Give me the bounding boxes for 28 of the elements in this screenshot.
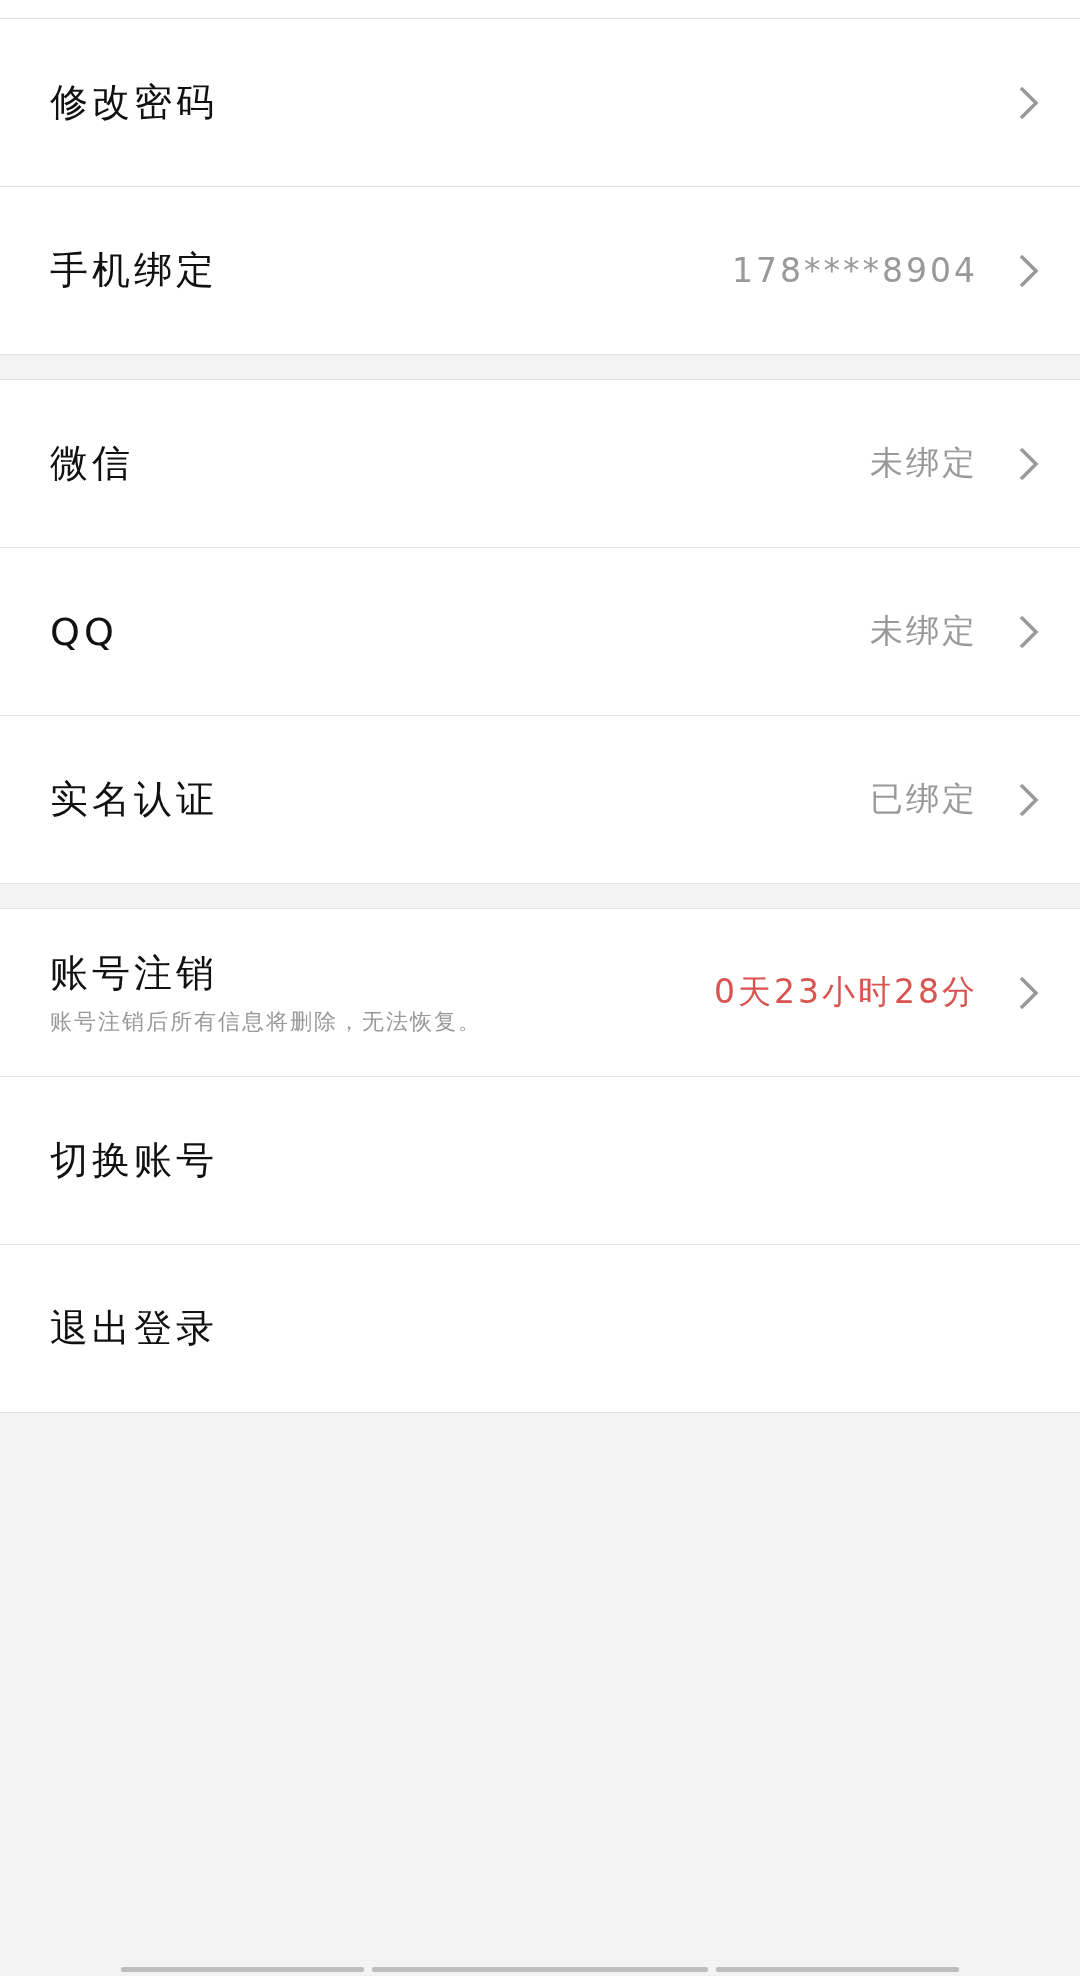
row-value: 已绑定 xyxy=(870,778,978,820)
row-value: 未绑定 xyxy=(870,610,978,652)
settings-row[interactable]: 退出登录 xyxy=(0,1245,1080,1413)
row-label: 退出登录 xyxy=(50,1305,219,1352)
chevron-right-icon xyxy=(1018,84,1040,121)
chevron-right-icon xyxy=(1018,781,1040,818)
row-value: 0天23小时28分 xyxy=(714,971,978,1013)
row-label: 手机绑定 xyxy=(50,247,219,294)
chevron-right-icon xyxy=(1018,613,1040,650)
row-label: 修改密码 xyxy=(50,79,219,126)
chevron-right-icon xyxy=(1018,445,1040,482)
chevron-right-icon xyxy=(1018,252,1040,289)
settings-row[interactable]: 切换账号 xyxy=(0,1077,1080,1245)
settings-row[interactable]: 实名认证 已绑定 xyxy=(0,716,1080,884)
row-value: 178****8904 xyxy=(732,251,978,290)
row-label: 实名认证 xyxy=(50,776,219,823)
settings-row[interactable]: 账号注销 账号注销后所有信息将删除，无法恢复。 0天23小时28分 xyxy=(0,909,1080,1077)
settings-row[interactable]: QQ 未绑定 xyxy=(0,548,1080,716)
settings-row[interactable]: 修改密码 xyxy=(0,19,1080,187)
chevron-right-icon xyxy=(1018,974,1040,1011)
settings-row[interactable]: 手机绑定 178****8904 xyxy=(0,187,1080,355)
row-label: QQ xyxy=(50,609,119,654)
row-subtitle: 账号注销后所有信息将删除，无法恢复。 xyxy=(50,1008,483,1036)
row-label: 微信 xyxy=(50,440,135,487)
row-label: 切换账号 xyxy=(50,1137,219,1184)
row-label: 账号注销 xyxy=(50,950,219,997)
row-value: 未绑定 xyxy=(870,442,978,484)
settings-row[interactable]: 微信 未绑定 xyxy=(0,380,1080,548)
